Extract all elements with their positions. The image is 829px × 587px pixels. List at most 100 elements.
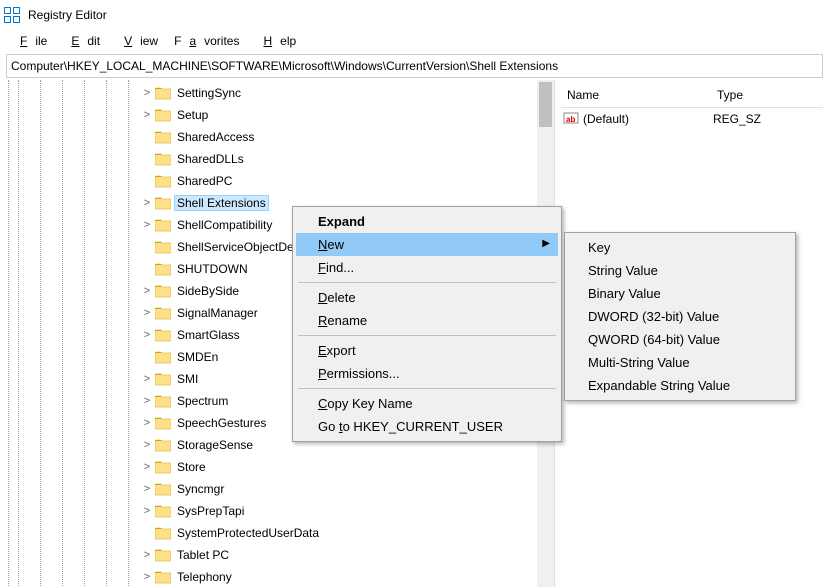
tree-item[interactable]: > Setup bbox=[6, 104, 554, 126]
expander-icon[interactable]: > bbox=[141, 439, 153, 451]
expander-icon[interactable]: > bbox=[141, 505, 153, 517]
tree-item-label: SysPrepTapi bbox=[175, 504, 246, 518]
submenu-arrow-icon: ▶ bbox=[542, 238, 550, 249]
tree-item-label: Spectrum bbox=[175, 394, 230, 408]
ctx-permissions[interactable]: Permissions... bbox=[296, 362, 558, 385]
expander-icon[interactable]: > bbox=[141, 571, 153, 583]
ctx-expand[interactable]: Expand bbox=[296, 210, 558, 233]
value-type: REG_SZ bbox=[713, 112, 761, 126]
tree-item[interactable]: > SysPrepTapi bbox=[6, 500, 554, 522]
separator bbox=[298, 335, 556, 336]
folder-icon bbox=[155, 416, 171, 430]
ctx-rename[interactable]: Rename bbox=[296, 309, 558, 332]
tree-item-label: Syncmgr bbox=[175, 482, 226, 496]
ctx-delete[interactable]: Delete bbox=[296, 286, 558, 309]
tree-item[interactable]: > Syncmgr bbox=[6, 478, 554, 500]
tree-item-label: Tablet PC bbox=[175, 548, 231, 562]
folder-icon bbox=[155, 196, 171, 210]
sub-multi-string-value[interactable]: Multi-String Value bbox=[568, 351, 792, 374]
string-value-icon: ab bbox=[563, 110, 579, 129]
folder-icon bbox=[155, 504, 171, 518]
col-name[interactable]: Name bbox=[561, 88, 711, 102]
folder-icon bbox=[155, 482, 171, 496]
new-submenu: Key String Value Binary Value DWORD (32-… bbox=[564, 232, 796, 401]
tree-item-label: SystemProtectedUserData bbox=[175, 526, 321, 540]
sub-expandable-string-value[interactable]: Expandable String Value bbox=[568, 374, 792, 397]
value-row[interactable]: ab (Default) REG_SZ bbox=[561, 108, 823, 130]
menu-view[interactable]: View bbox=[108, 32, 166, 50]
folder-icon bbox=[155, 86, 171, 100]
menu-file[interactable]: File bbox=[4, 32, 55, 50]
address-bar[interactable]: Computer\HKEY_LOCAL_MACHINE\SOFTWARE\Mic… bbox=[6, 54, 823, 78]
tree-item-label: SettingSync bbox=[175, 86, 243, 100]
tree-item-label: Setup bbox=[175, 108, 210, 122]
tree-item-label: Store bbox=[175, 460, 208, 474]
tree-item[interactable]: SharedAccess bbox=[6, 126, 554, 148]
expander-icon[interactable]: > bbox=[141, 307, 153, 319]
scroll-thumb[interactable] bbox=[539, 82, 552, 127]
sub-key[interactable]: Key bbox=[568, 236, 792, 259]
value-name: (Default) bbox=[583, 112, 713, 126]
tree-item-label: Telephony bbox=[175, 570, 234, 584]
expander-icon[interactable]: > bbox=[141, 87, 153, 99]
expander-icon[interactable]: > bbox=[141, 483, 153, 495]
folder-icon bbox=[155, 284, 171, 298]
col-type[interactable]: Type bbox=[711, 88, 743, 102]
expander-icon[interactable]: > bbox=[141, 461, 153, 473]
ctx-find[interactable]: Find... bbox=[296, 256, 558, 279]
sub-dword-value[interactable]: DWORD (32-bit) Value bbox=[568, 305, 792, 328]
folder-icon bbox=[155, 174, 171, 188]
window-title: Registry Editor bbox=[28, 8, 107, 22]
ctx-copy-key-name[interactable]: Copy Key Name bbox=[296, 392, 558, 415]
menu-bar: File Edit View Favorites Help bbox=[0, 30, 829, 52]
tree-item-label: Shell Extensions bbox=[175, 196, 268, 210]
tree-item-label: SharedPC bbox=[175, 174, 234, 188]
separator bbox=[298, 388, 556, 389]
ctx-goto[interactable]: Go to HKEY_CURRENT_USER bbox=[296, 415, 558, 438]
sub-binary-value[interactable]: Binary Value bbox=[568, 282, 792, 305]
tree-item[interactable]: SystemProtectedUserData bbox=[6, 522, 554, 544]
ctx-export[interactable]: Export bbox=[296, 339, 558, 362]
expander-icon[interactable]: > bbox=[141, 219, 153, 231]
tree-item[interactable]: > Telephony bbox=[6, 566, 554, 587]
folder-icon bbox=[155, 570, 171, 584]
tree-item-label: StorageSense bbox=[175, 438, 255, 452]
tree-item[interactable]: > Store bbox=[6, 456, 554, 478]
tree-item-label: ShellCompatibility bbox=[175, 218, 274, 232]
expander-icon[interactable]: > bbox=[141, 373, 153, 385]
sub-qword-value[interactable]: QWORD (64-bit) Value bbox=[568, 328, 792, 351]
tree-item-label: SideBySide bbox=[175, 284, 241, 298]
expander-icon[interactable]: > bbox=[141, 395, 153, 407]
menu-help[interactable]: Help bbox=[247, 32, 304, 50]
ctx-new[interactable]: New▶ bbox=[296, 233, 558, 256]
tree-item-label: SmartGlass bbox=[175, 328, 242, 342]
folder-icon bbox=[155, 306, 171, 320]
folder-icon bbox=[155, 108, 171, 122]
app-icon bbox=[4, 7, 20, 23]
menu-favorites[interactable]: Favorites bbox=[166, 32, 247, 50]
tree-item[interactable]: > SettingSync bbox=[6, 82, 554, 104]
tree-item[interactable]: SharedDLLs bbox=[6, 148, 554, 170]
folder-icon bbox=[155, 262, 171, 276]
expander-icon[interactable]: > bbox=[141, 197, 153, 209]
menu-edit[interactable]: Edit bbox=[55, 32, 108, 50]
tree-item-label: SpeechGestures bbox=[175, 416, 268, 430]
tree-item-label: SMDEn bbox=[175, 350, 220, 364]
expander-icon[interactable]: > bbox=[141, 329, 153, 341]
folder-icon bbox=[155, 460, 171, 474]
tree-item[interactable]: > Tablet PC bbox=[6, 544, 554, 566]
expander-icon[interactable]: > bbox=[141, 109, 153, 121]
sub-string-value[interactable]: String Value bbox=[568, 259, 792, 282]
folder-icon bbox=[155, 548, 171, 562]
folder-icon bbox=[155, 240, 171, 254]
folder-icon bbox=[155, 152, 171, 166]
folder-icon bbox=[155, 438, 171, 452]
expander-icon[interactable]: > bbox=[141, 549, 153, 561]
title-bar: Registry Editor bbox=[0, 0, 829, 30]
tree-item[interactable]: SharedPC bbox=[6, 170, 554, 192]
expander-icon[interactable]: > bbox=[141, 417, 153, 429]
expander-icon[interactable]: > bbox=[141, 285, 153, 297]
folder-icon bbox=[155, 526, 171, 540]
folder-icon bbox=[155, 130, 171, 144]
folder-icon bbox=[155, 394, 171, 408]
